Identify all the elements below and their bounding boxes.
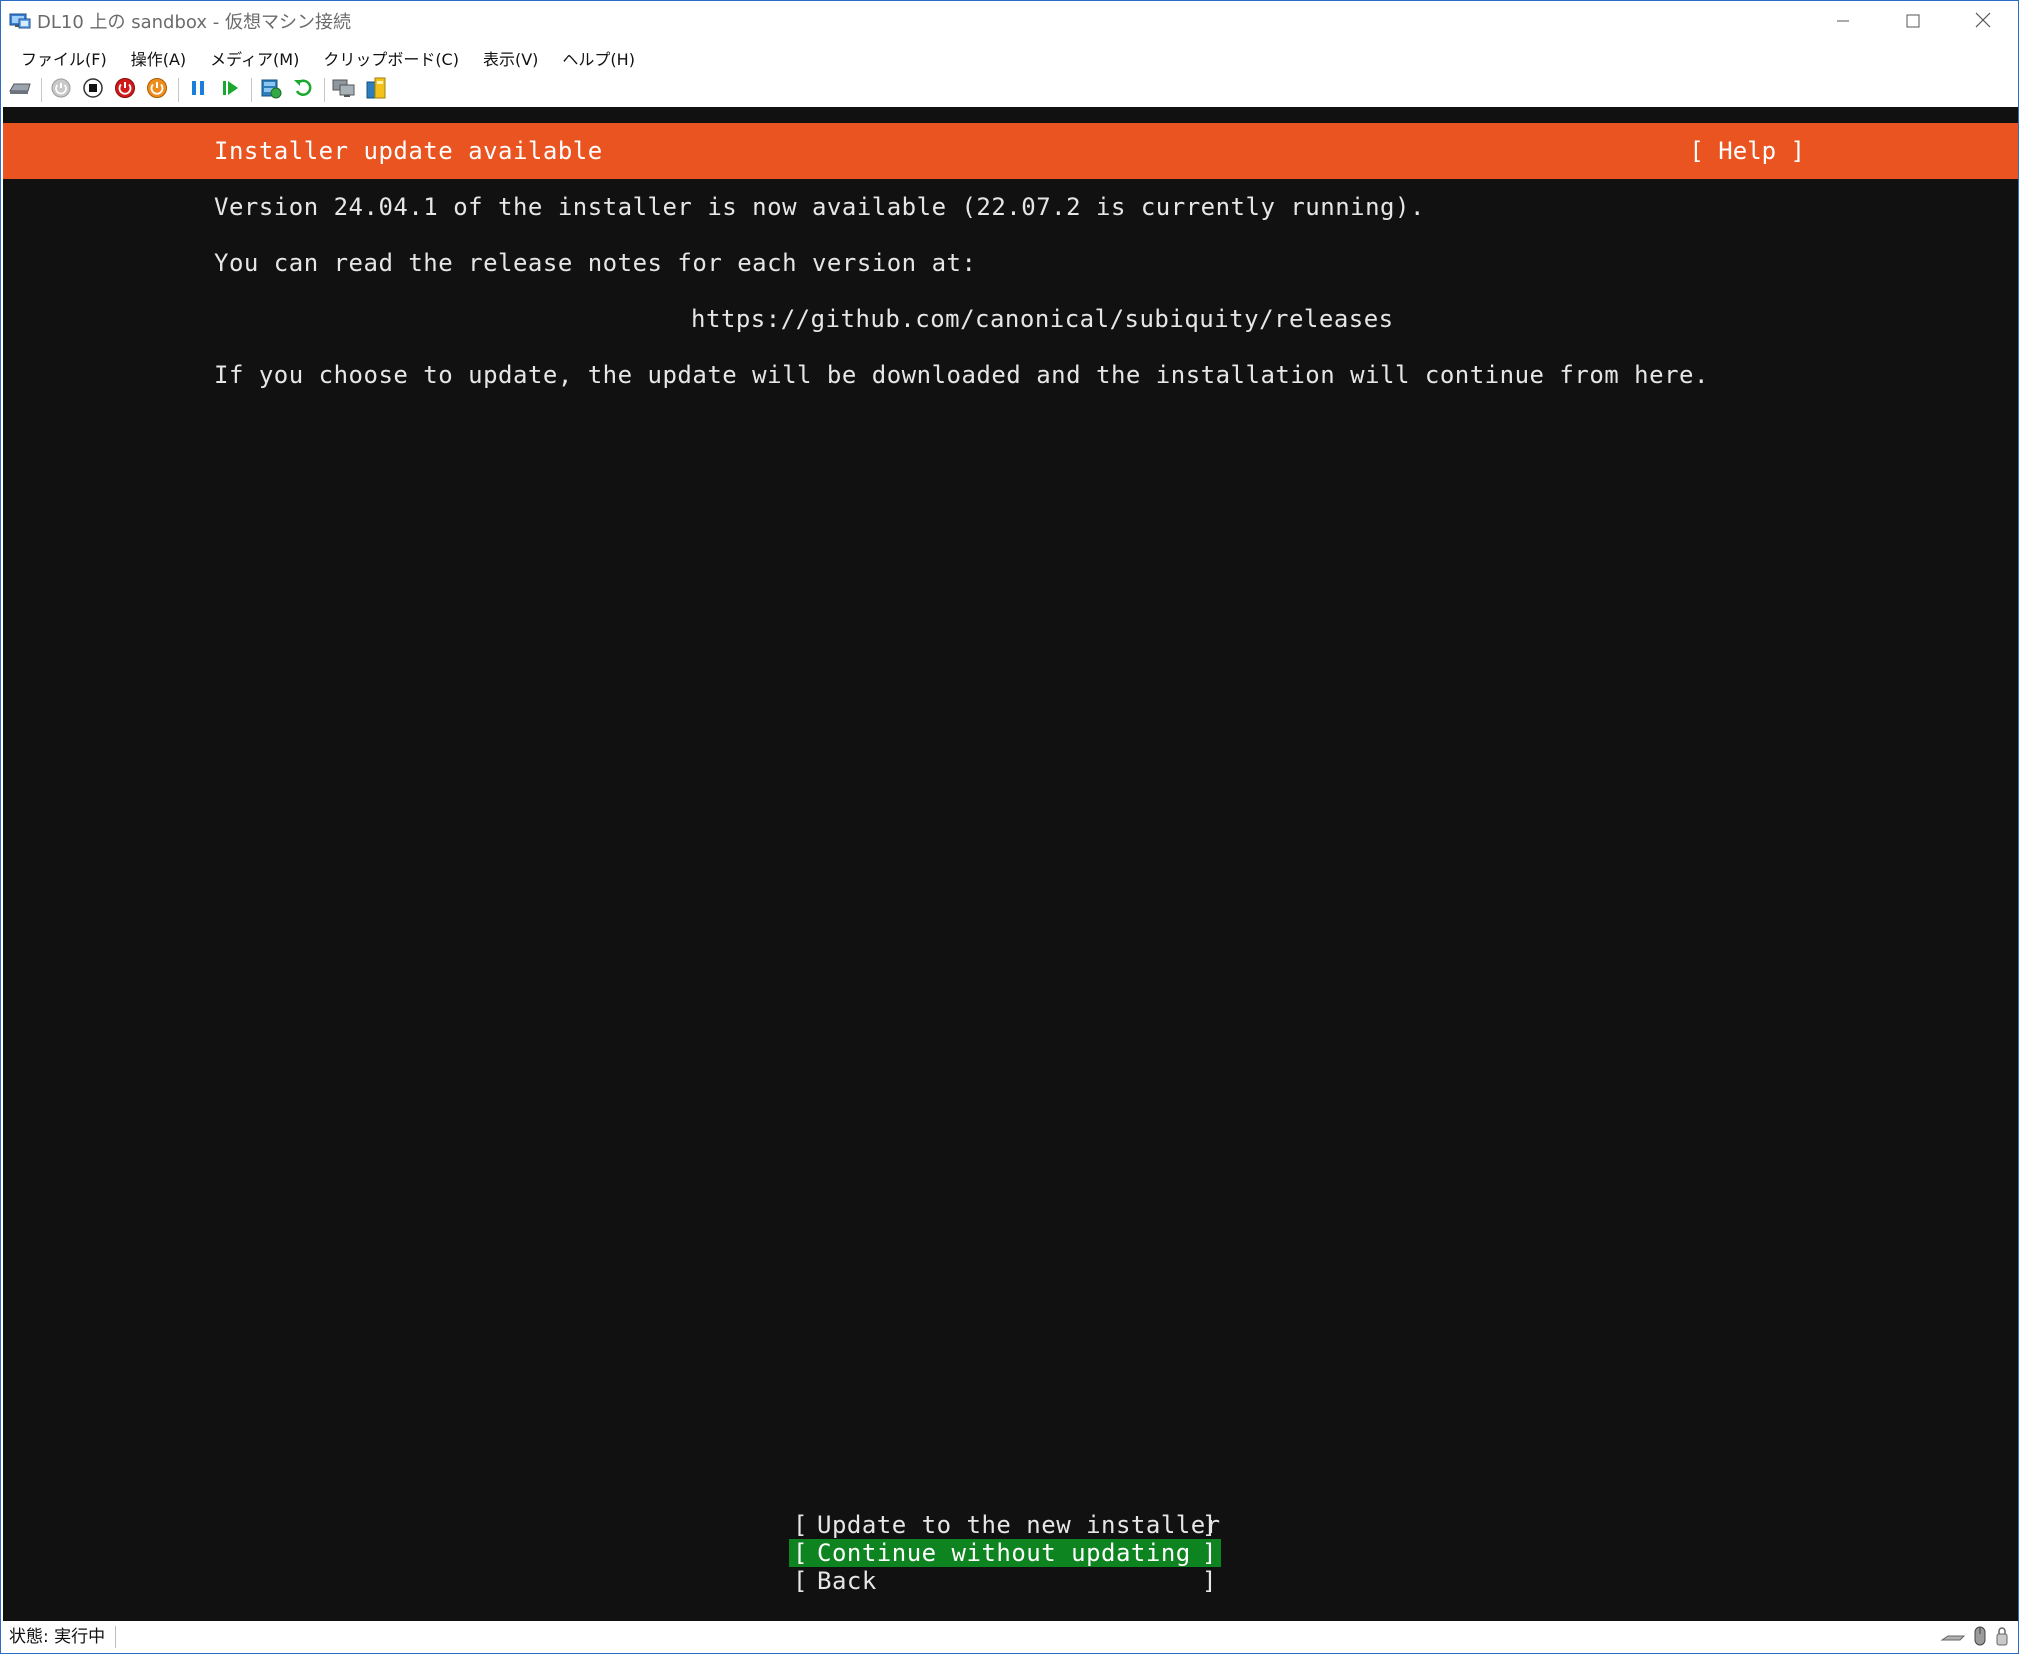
shutdown-icon (114, 77, 136, 103)
vm-connection-icon (9, 11, 31, 31)
menu-media[interactable]: メディア(M) (198, 46, 311, 70)
menu-bar: ファイル(F) 操作(A) メディア(M) クリップボード(C) 表示(V) ヘ… (1, 41, 2018, 75)
keyboard-icon (1940, 1626, 1966, 1646)
menu-file[interactable]: ファイル(F) (9, 46, 119, 70)
installer-title: Installer update available (214, 137, 603, 165)
share-button[interactable] (363, 77, 389, 103)
toolbar-separator (251, 78, 252, 102)
continue-without-updating-button[interactable]: [ Continue without updating ] (789, 1539, 1221, 1567)
resume-button[interactable] (217, 77, 243, 103)
menu-clipboard[interactable]: クリップボード(C) (311, 46, 471, 70)
update-installer-button[interactable]: [ Update to the new installer ] (789, 1511, 1221, 1539)
close-button[interactable] (1948, 1, 2018, 41)
bracket-right: ] (1202, 1539, 1217, 1567)
release-notes-message: You can read the release notes for each … (214, 249, 977, 277)
bracket-right: ] (1202, 1511, 1217, 1539)
update-explanation: If you choose to update, the update will… (214, 361, 1709, 389)
enhanced-session-button[interactable] (331, 77, 357, 103)
help-button[interactable]: [ Help ] (1689, 137, 1805, 165)
save-icon (146, 77, 168, 103)
ctrl-alt-del-button[interactable] (7, 77, 33, 103)
turn-off-button[interactable] (80, 77, 106, 103)
button-label: Back (817, 1567, 877, 1595)
title-bar: DL10 上の sandbox - 仮想マシン接続 (1, 1, 2018, 41)
menu-action[interactable]: 操作(A) (119, 46, 198, 70)
lock-icon (1994, 1625, 2010, 1647)
checkpoint-button[interactable] (258, 77, 284, 103)
window-controls (1808, 1, 2018, 41)
status-icons (1934, 1625, 2010, 1647)
version-message: Version 24.04.1 of the installer is now … (214, 193, 1425, 221)
revert-icon (292, 77, 314, 103)
minimize-icon (1836, 9, 1850, 33)
close-icon (1975, 9, 1991, 33)
installer-header: Installer update available [ Help ] (3, 123, 2018, 179)
ctrl-alt-del-icon (8, 79, 32, 101)
share-icon (365, 76, 387, 104)
shutdown-button[interactable] (112, 77, 138, 103)
menu-help[interactable]: ヘルプ(H) (550, 46, 647, 70)
resume-icon (220, 78, 240, 102)
menu-view[interactable]: 表示(V) (471, 46, 550, 70)
save-button[interactable] (144, 77, 170, 103)
vm-console[interactable]: Installer update available [ Help ] Vers… (3, 107, 2018, 1622)
toolbar (1, 75, 2018, 105)
vm-status: 状態: 実行中 (1, 1626, 117, 1648)
window-title: DL10 上の sandbox - 仮想マシン接続 (37, 12, 351, 33)
back-button[interactable]: [ Back ] (789, 1567, 1221, 1595)
maximize-button[interactable] (1878, 1, 1948, 41)
vm-connection-window: DL10 上の sandbox - 仮想マシン接続 ファイル(F) 操作(A) (0, 0, 2019, 1654)
revert-button[interactable] (290, 77, 316, 103)
toolbar-separator (41, 78, 42, 102)
button-label: Continue without updating (817, 1539, 1191, 1567)
minimize-button[interactable] (1808, 1, 1878, 41)
start-icon (50, 77, 72, 103)
start-button[interactable] (48, 77, 74, 103)
status-bar: 状態: 実行中 (1, 1621, 2018, 1653)
button-label: Update to the new installer (817, 1511, 1221, 1539)
turn-off-icon (82, 77, 104, 103)
toolbar-separator (178, 78, 179, 102)
toolbar-separator (324, 78, 325, 102)
bracket-right: ] (1202, 1567, 1217, 1595)
enhanced-session-icon (332, 77, 356, 103)
checkpoint-icon (259, 76, 283, 104)
pause-button[interactable] (185, 77, 211, 103)
maximize-icon (1906, 9, 1920, 33)
bracket-left: [ (793, 1511, 808, 1539)
pause-icon (188, 78, 208, 102)
bracket-left: [ (793, 1567, 808, 1595)
release-notes-url: https://github.com/canonical/subiquity/r… (691, 305, 1394, 333)
mouse-icon (1972, 1625, 1988, 1647)
bracket-left: [ (793, 1539, 808, 1567)
